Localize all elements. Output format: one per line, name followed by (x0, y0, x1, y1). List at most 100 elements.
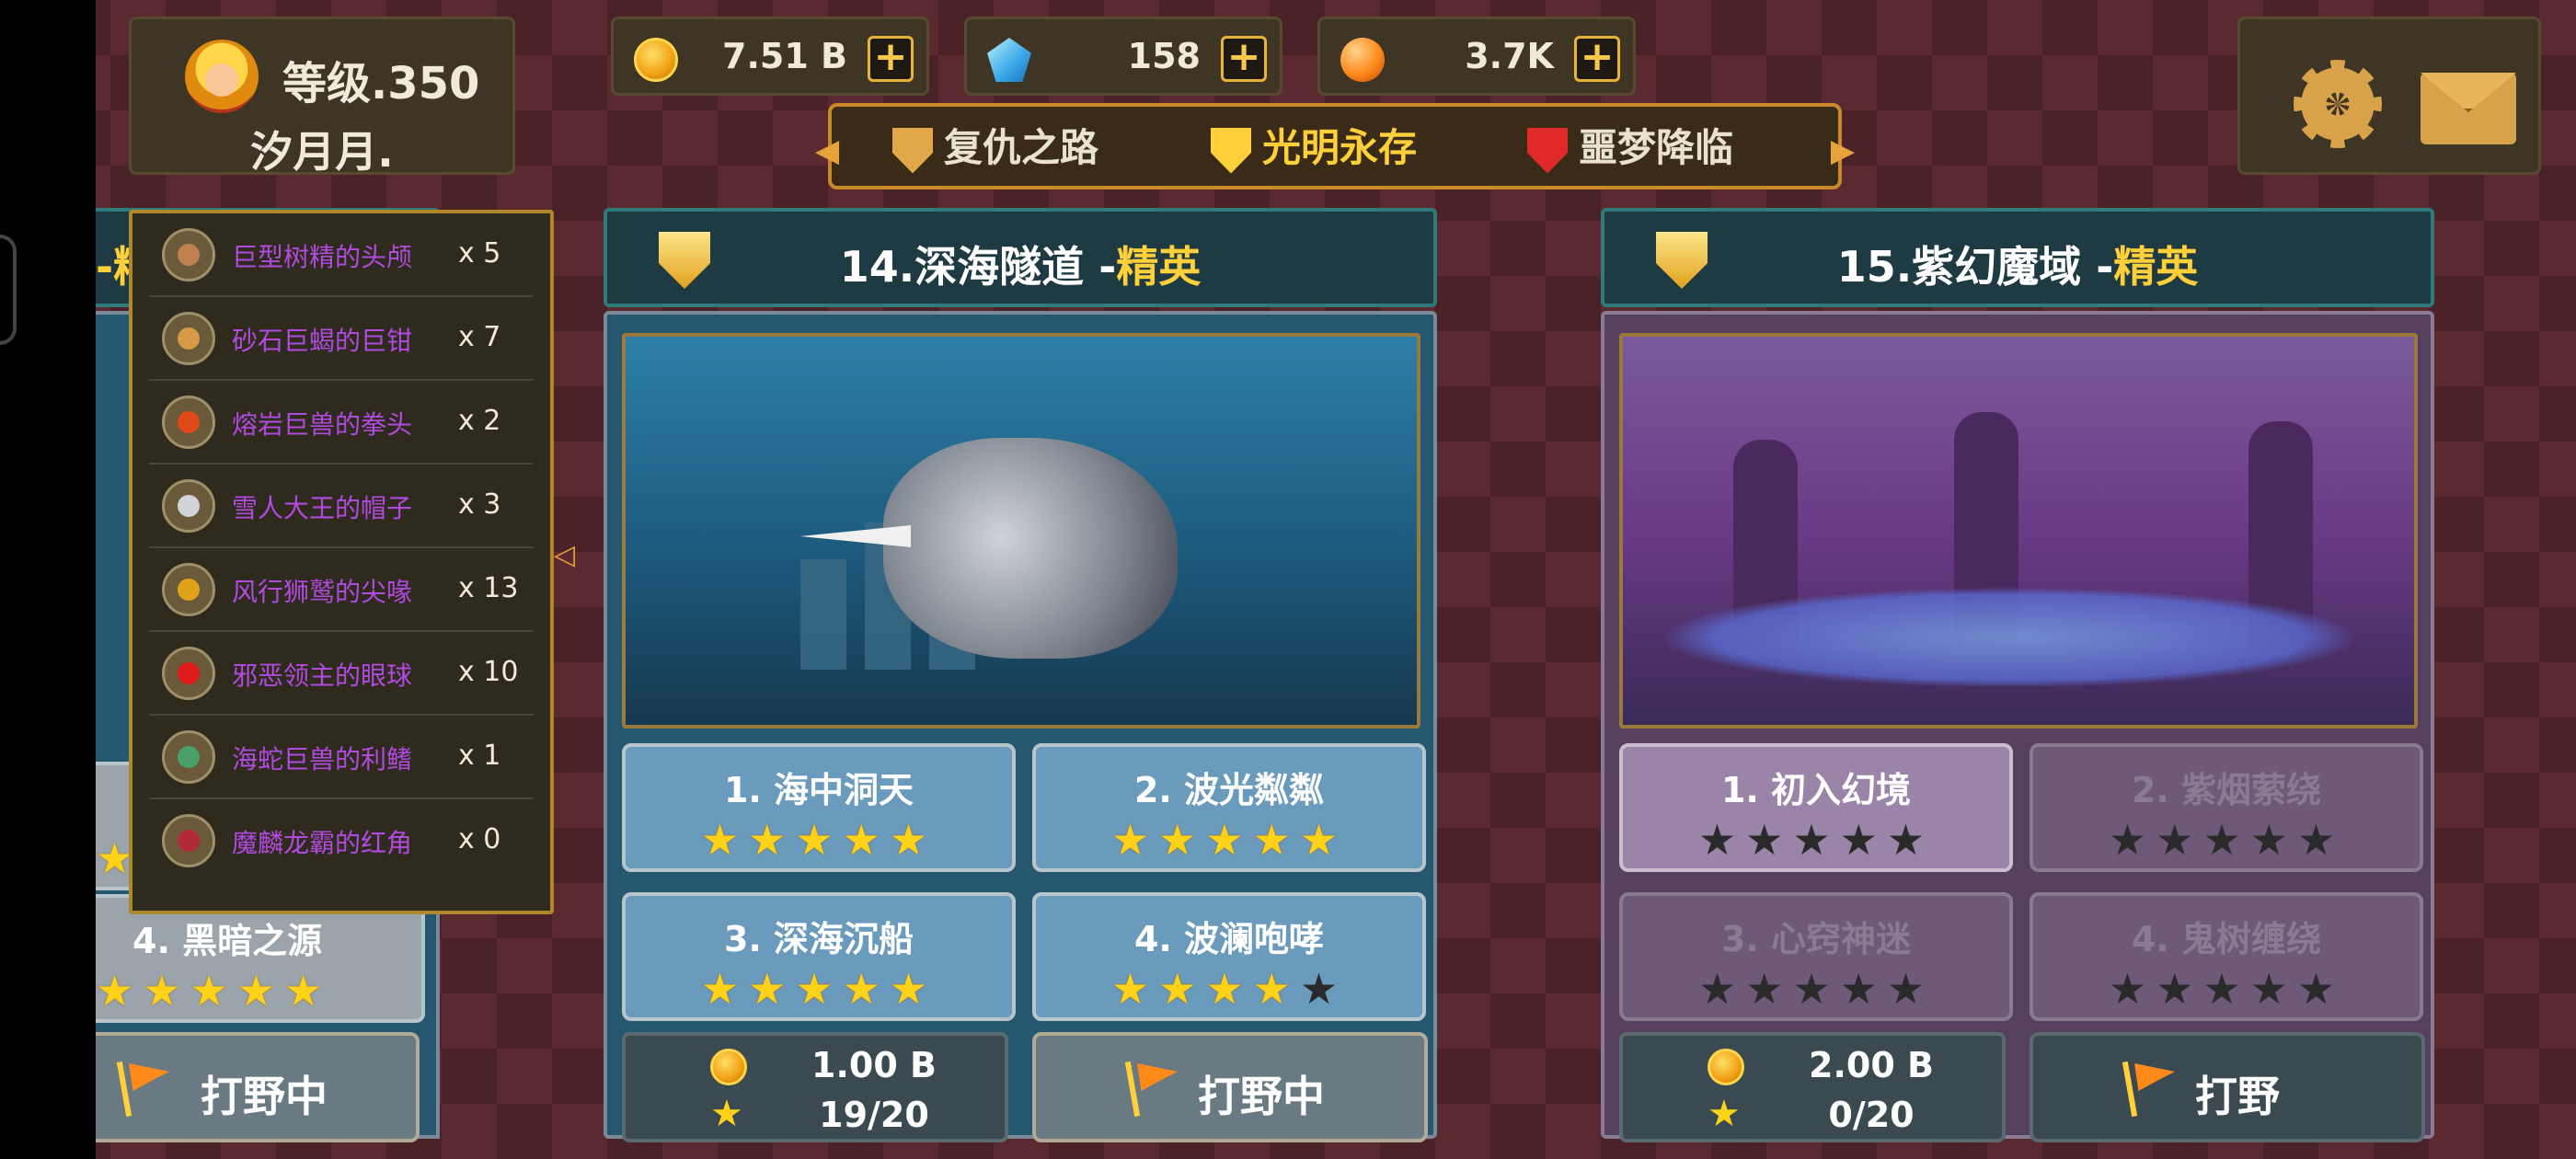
stage-15-scene-image (1619, 333, 2418, 729)
star-filled-icon: ★ (700, 964, 749, 1014)
star-filled-icon: ★ (190, 966, 237, 1016)
stage-15-substage-2[interactable]: 2. 紫烟萦绕 ★★★★★ (2030, 743, 2423, 872)
stage-15-substage-1[interactable]: 1. 初入幻境 ★★★★★ (1619, 743, 2013, 872)
gear-icon[interactable] (2294, 60, 2382, 148)
drop-item[interactable]: 邪恶领主的眼球 x 10 (149, 632, 534, 716)
player-avatar (185, 40, 259, 113)
star-filled-icon: ★ (748, 815, 796, 865)
star-filled-icon: ★ (889, 964, 937, 1014)
substage-stars: ★★★★★ (1036, 815, 1422, 865)
drop-item-name: 魔麟龙霸的红角 (232, 828, 413, 858)
tab-eternal-light[interactable]: 光明永存 (1211, 120, 1417, 177)
gold-resource: 7.51 B + (611, 17, 929, 96)
add-gold-button[interactable]: + (868, 36, 914, 82)
star-empty-icon: ★ (2249, 815, 2297, 865)
stage-15-card: 15.紫幻魔域 -精英 1. 初入幻境 ★★★★★ 2. 紫烟萦绕 ★★★★★ 3. 心… (1601, 208, 2434, 1142)
tabs-right-arrow-icon[interactable]: ▶ (1831, 132, 1855, 169)
drop-item-name: 风行狮鹫的尖喙 (232, 577, 413, 607)
mail-icon[interactable] (2421, 73, 2516, 144)
star-icon: ★ (710, 1093, 743, 1135)
armored-rhino-monster (883, 438, 1178, 659)
tabs-left-arrow-icon[interactable]: ◀ (815, 132, 839, 169)
stage-13-substage-4-stars: ★★★★★ (96, 966, 421, 1016)
stage-14-scene-image (622, 333, 1420, 729)
star-empty-icon: ★ (2156, 964, 2203, 1014)
stage-15-substage-4[interactable]: 4. 鬼树缠绕 ★★★★★ (2030, 892, 2423, 1021)
drop-item-qty: x 2 (458, 405, 501, 437)
substage-stars: ★★★★★ (2033, 815, 2420, 865)
drop-item[interactable]: 熔岩巨兽的拳头 x 2 (149, 381, 534, 465)
substage-stars: ★★★★★ (626, 815, 1012, 865)
star-filled-icon: ★ (1205, 964, 1253, 1014)
stage-14-reward: ★ 1.00 B 19/20 (622, 1032, 1008, 1142)
drop-item-name: 海蛇巨兽的利鳍 (232, 744, 413, 775)
star-empty-icon: ★ (1792, 964, 1840, 1014)
star-filled-icon: ★ (700, 815, 749, 865)
ruin-pillar (800, 559, 846, 670)
drop-item-qty: x 13 (458, 572, 519, 604)
drop-item-icon (162, 396, 215, 449)
add-diamond-button[interactable]: + (1221, 36, 1267, 82)
orb-resource: 3.7K + (1317, 17, 1636, 96)
substage-label: 4. 鬼树缠绕 (2131, 919, 2322, 959)
star-filled-icon: ★ (1158, 964, 1206, 1014)
stage-14-substage-2[interactable]: 2. 波光粼粼 ★★★★★ (1032, 743, 1426, 872)
diamond-value: 158 (1127, 36, 1201, 76)
star-filled-icon: ★ (748, 964, 796, 1014)
drop-item-qty: x 7 (458, 321, 501, 353)
stage-15-gold: 2.00 B (1809, 1045, 1934, 1085)
substage-stars: ★★★★★ (2033, 964, 2420, 1014)
stage-15-body: 1. 初入幻境 ★★★★★ 2. 紫烟萦绕 ★★★★★ 3. 心窍神迷 ★★★★★ 4. 鬼… (1601, 311, 2434, 1142)
stage-15-star-count: 0/20 (1828, 1095, 1915, 1135)
stage-14-title: 14.深海隧道 -精英 (839, 242, 1202, 292)
stage-14-substage-3[interactable]: 3. 深海沉船 ★★★★★ (622, 892, 1016, 1021)
star-filled-icon: ★ (96, 966, 144, 1016)
stage-14-substage-4[interactable]: 4. 波澜咆哮 ★★★★★ (1032, 892, 1426, 1021)
substage-label: 3. 心窍神迷 (1720, 919, 1912, 959)
star-empty-icon: ★ (2202, 815, 2250, 865)
stage-15-substage-3[interactable]: 3. 心窍神迷 ★★★★★ (1619, 892, 2013, 1021)
stage-14-substage-1[interactable]: 1. 海中洞天 ★★★★★ (622, 743, 1016, 872)
stage-14-header: 14.深海隧道 -精英 (604, 208, 1437, 307)
star-empty-icon: ★ (2296, 964, 2345, 1014)
drop-item-name: 巨型树精的头颅 (232, 242, 413, 272)
drop-item-qty: x 0 (458, 823, 501, 855)
device-notch (0, 235, 17, 345)
drop-item-icon (162, 479, 215, 533)
add-orb-button[interactable]: + (1574, 36, 1620, 82)
gold-coin-icon (710, 1049, 747, 1085)
drop-item-name: 熔岩巨兽的拳头 (232, 409, 413, 440)
drop-item[interactable]: 风行狮鹫的尖喙 x 13 (149, 548, 534, 632)
orange-orb-icon (1340, 38, 1385, 82)
star-empty-icon: ★ (2249, 964, 2297, 1014)
tab-revenge-road[interactable]: 复仇之路 (892, 120, 1098, 177)
drop-item-qty: x 10 (458, 656, 519, 688)
drop-item[interactable]: 海蛇巨兽的利鳍 x 1 (149, 716, 534, 799)
flag-icon (2123, 1061, 2175, 1117)
player-profile[interactable]: 等级.350 汐月月. (129, 17, 515, 177)
drops-collapse-arrow-icon[interactable]: ◁ (554, 539, 575, 571)
orb-value: 3.7K (1465, 36, 1554, 76)
star-filled-icon: ★ (889, 815, 937, 865)
star-filled-icon: ★ (842, 815, 890, 865)
stage-13-hunt-button[interactable]: 打野中 (96, 1032, 420, 1142)
substage-label: 1. 初入幻境 (1720, 770, 1912, 810)
flag-icon (118, 1061, 169, 1117)
drop-item-icon (162, 647, 215, 700)
drops-popup: 巨型树精的头颅 x 5 砂石巨蝎的巨钳 x 7 熔岩巨兽的拳头 x 2 雪人大王的帽子 x 3… (129, 210, 554, 914)
drop-item[interactable]: 砂石巨蝎的巨钳 x 7 (149, 297, 534, 381)
star-empty-icon: ★ (2296, 815, 2345, 865)
star-empty-icon: ★ (2108, 815, 2156, 865)
tab-nightmare[interactable]: 噩梦降临 (1527, 120, 1733, 177)
stage-15-hunt-button[interactable]: 打野 (2030, 1032, 2425, 1142)
drop-item-icon (162, 312, 215, 365)
stage-14-body: 1. 海中洞天 ★★★★★ 2. 波光粼粼 ★★★★★ 3. 深海沉船 ★★★★★ 4. 波… (604, 311, 1437, 1142)
drop-item[interactable]: 魔麟龙霸的红角 x 0 (149, 799, 534, 883)
top-right-menu (2237, 17, 2541, 175)
drop-item[interactable]: 巨型树精的头颅 x 5 (149, 213, 534, 297)
player-name: 汐月月. (250, 127, 394, 177)
star-icon: ★ (1708, 1093, 1741, 1135)
drop-item[interactable]: 雪人大王的帽子 x 3 (149, 465, 534, 548)
stage-14-hunt-button[interactable]: 打野中 (1032, 1032, 1428, 1142)
drop-item-name: 雪人大王的帽子 (232, 493, 413, 523)
